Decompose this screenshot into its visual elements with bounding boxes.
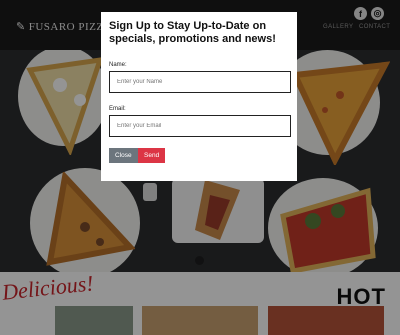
close-button[interactable]: Close — [109, 148, 138, 163]
name-label: Name: — [109, 62, 127, 68]
signup-modal: Sign Up to Stay Up-to-Date on specials, … — [101, 12, 297, 181]
name-input[interactable] — [109, 71, 291, 93]
modal-title: Sign Up to Stay Up-to-Date on specials, … — [109, 20, 276, 45]
email-label: Email: — [109, 106, 126, 112]
carousel-indicator[interactable] — [195, 256, 204, 265]
send-button[interactable]: Send — [138, 148, 166, 163]
email-input[interactable] — [109, 115, 291, 137]
